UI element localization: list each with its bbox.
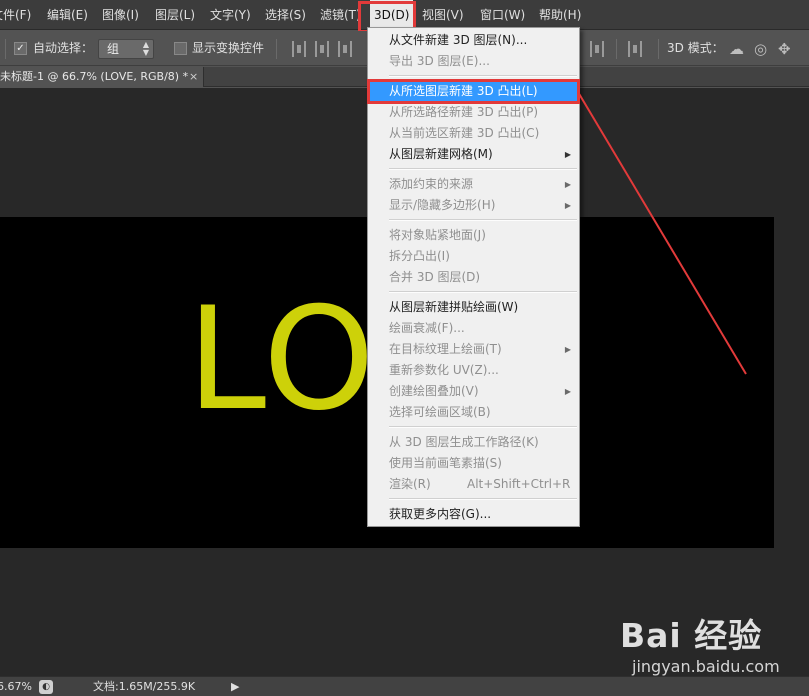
- submenu-arrow-icon: ▶: [564, 180, 571, 189]
- menu-item-sketch-with-current-brush[interactable]: 使用当前画笔素描(S): [370, 453, 577, 474]
- menu-3d-dropdown: 从文件新建 3D 图层(N)... 导出 3D 图层(E)... 从所选图层新建…: [367, 27, 580, 527]
- align-top-icon[interactable]: [292, 41, 306, 57]
- menu-window[interactable]: 窗口(W): [480, 0, 525, 30]
- distribute-hcenter-icon[interactable]: [590, 41, 604, 57]
- menu-separator: [389, 426, 577, 428]
- close-icon[interactable]: ×: [189, 67, 198, 87]
- menu-bar: 文件(F) 编辑(E) 图像(I) 图层(L) 文字(Y) 选择(S) 滤镜(T…: [0, 0, 809, 30]
- rotate-3d-icon[interactable]: ☁: [729, 40, 744, 58]
- menu-item-snap-to-ground[interactable]: 将对象贴紧地面(J): [370, 225, 577, 246]
- menu-item-show-hide-polygons[interactable]: 显示/隐藏多边形(H) ▶: [370, 195, 577, 216]
- mode-3d-label: 3D 模式：: [667, 41, 724, 55]
- roll-3d-icon[interactable]: ◎: [754, 40, 767, 58]
- menu-image[interactable]: 图像(I): [102, 0, 139, 30]
- menu-select[interactable]: 选择(S): [265, 0, 306, 30]
- auto-select-target-value: 组: [107, 42, 120, 56]
- menu-item-new-3d-extrusion-from-selection[interactable]: 从当前选区新建 3D 凸出(C): [370, 123, 577, 144]
- drag-3d-icon[interactable]: ✥: [778, 40, 791, 58]
- auto-select-checkbox[interactable]: ✓: [14, 42, 27, 55]
- baidu-jingyan-logo: Bai 经验: [620, 616, 763, 655]
- menu-item-add-constraint-source[interactable]: 添加约束的来源 ▶: [370, 174, 577, 195]
- menu-filter[interactable]: 滤镜(T): [320, 0, 361, 30]
- menu-help[interactable]: 帮助(H): [539, 0, 581, 30]
- menu-item-select-paintable-areas[interactable]: 选择可绘画区域(B): [370, 402, 577, 423]
- divider: [658, 39, 659, 59]
- submenu-arrow-icon: ▶: [564, 201, 571, 210]
- divider: [276, 39, 277, 59]
- menu-item-export-3d-layer[interactable]: 导出 3D 图层(E)...: [370, 51, 577, 72]
- watermark-url: jingyan.baidu.com: [632, 657, 780, 676]
- submenu-arrow-icon: ▶: [564, 150, 571, 159]
- auto-align-icon[interactable]: [628, 41, 642, 57]
- menu-item-new-3d-layer-from-file[interactable]: 从文件新建 3D 图层(N)...: [370, 30, 577, 51]
- menu-separator: [389, 219, 577, 221]
- divider: [616, 39, 617, 59]
- menu-item-render[interactable]: 渲染(R) Alt+Shift+Ctrl+R: [370, 474, 577, 495]
- menu-item-paint-falloff[interactable]: 绘画衰减(F)...: [370, 318, 577, 339]
- menu-item-merge-3d-layers[interactable]: 合并 3D 图层(D): [370, 267, 577, 288]
- submenu-arrow-icon: ▶: [564, 387, 571, 396]
- stepper-arrows-icon: ▲ ▼: [142, 40, 149, 57]
- document-info: 文档:1.65M/255.9K: [93, 680, 196, 693]
- menu-file[interactable]: 文件(F): [0, 0, 31, 30]
- document-tab-title: 未标题-1 @ 66.7% (LOVE, RGB/8) *: [0, 70, 189, 83]
- menu-item-create-uv-overlays[interactable]: 创建绘图叠加(V) ▶: [370, 381, 577, 402]
- menu-item-new-3d-extrusion-from-layer[interactable]: 从所选图层新建 3D 凸出(L): [370, 81, 577, 102]
- menu-item-reparameterize-uv[interactable]: 重新参数化 UV(Z)...: [370, 360, 577, 381]
- auto-select-target-select[interactable]: 组 ▲ ▼: [98, 39, 154, 59]
- menu-view[interactable]: 视图(V): [422, 0, 464, 30]
- menu-item-paint-on-target-texture[interactable]: 在目标纹理上绘画(T) ▶: [370, 339, 577, 360]
- show-transform-checkbox[interactable]: [174, 42, 187, 55]
- status-bar: 6.67% ◐ 文档:1.65M/255.9K ▶: [0, 676, 809, 696]
- menu-separator: [389, 498, 577, 500]
- auto-select-label: 自动选择：: [33, 41, 94, 55]
- share-icon[interactable]: ◐: [39, 680, 53, 694]
- divider: [5, 39, 6, 59]
- menu-separator: [389, 168, 577, 170]
- submenu-arrow-icon: ▶: [564, 345, 571, 354]
- menu-item-split-extrusion[interactable]: 拆分凸出(I): [370, 246, 577, 267]
- menu-separator: [389, 291, 577, 293]
- menu-item-shortcut: Alt+Shift+Ctrl+R: [467, 477, 571, 491]
- zoom-level[interactable]: 6.67%: [0, 677, 32, 696]
- menu-separator: [389, 75, 577, 77]
- document-tab[interactable]: 未标题-1 @ 66.7% (LOVE, RGB/8) * ×: [0, 67, 204, 87]
- status-menu-arrow-icon[interactable]: ▶: [231, 679, 239, 695]
- menu-3d[interactable]: 3D(D): [370, 0, 414, 30]
- menu-edit[interactable]: 编辑(E): [47, 0, 88, 30]
- align-vcenter-icon[interactable]: [315, 41, 329, 57]
- menu-item-make-work-path-from-3d[interactable]: 从 3D 图层生成工作路径(K): [370, 432, 577, 453]
- menu-item-new-mesh-from-layer[interactable]: 从图层新建网格(M) ▶: [370, 144, 577, 165]
- align-bottom-icon[interactable]: [338, 41, 352, 57]
- menu-item-new-3d-extrusion-from-path[interactable]: 从所选路径新建 3D 凸出(P): [370, 102, 577, 123]
- menu-item-new-tiled-painting[interactable]: 从图层新建拼贴绘画(W): [370, 297, 577, 318]
- menu-type[interactable]: 文字(Y): [210, 0, 251, 30]
- menu-item-get-more-content[interactable]: 获取更多内容(G)...: [370, 504, 577, 525]
- show-transform-label: 显示变换控件: [192, 41, 265, 55]
- menu-layer[interactable]: 图层(L): [155, 0, 195, 30]
